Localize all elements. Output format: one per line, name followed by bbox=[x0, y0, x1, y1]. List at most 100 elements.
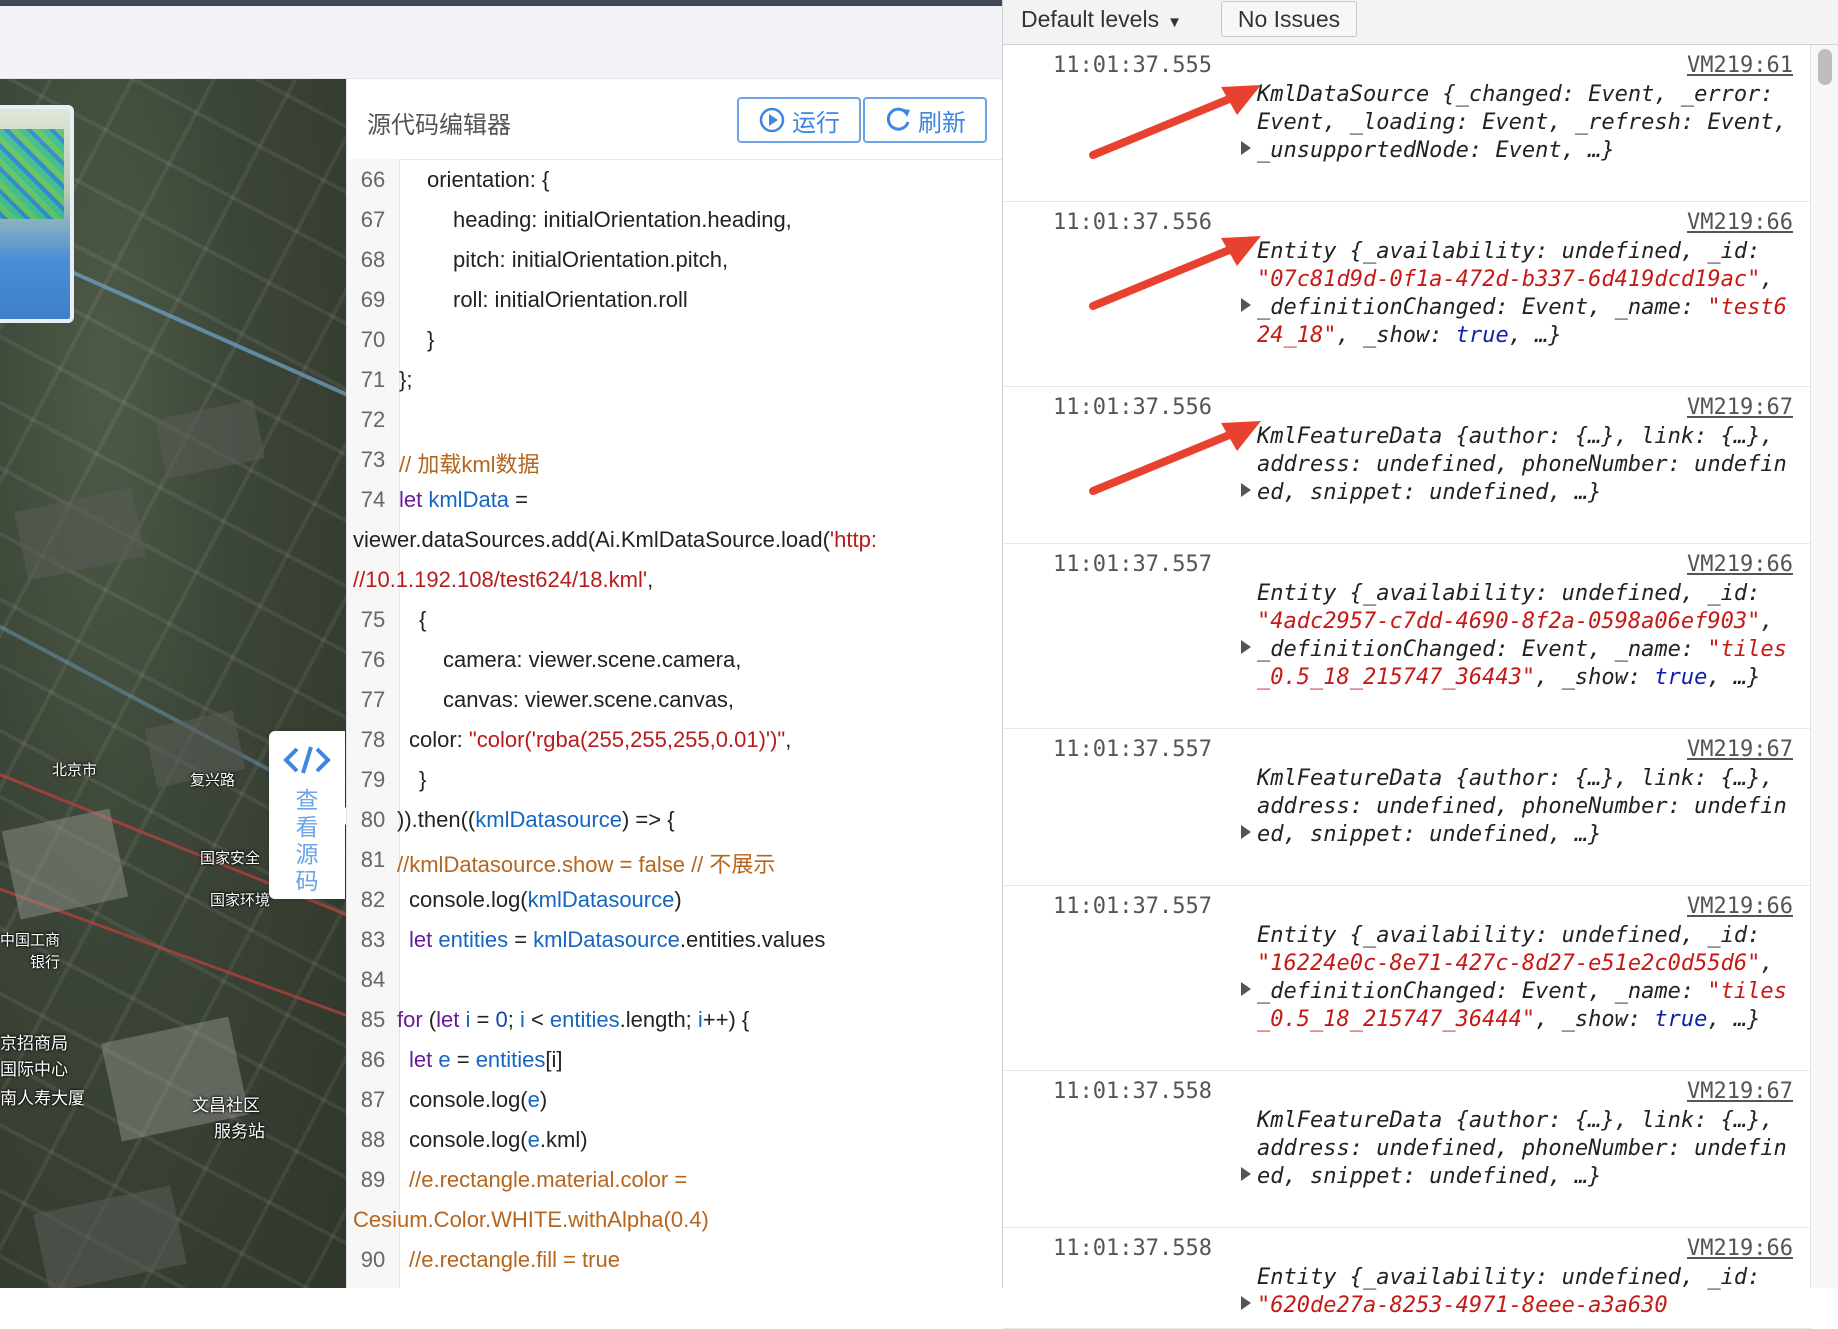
log-source-link[interactable]: VM219:66 bbox=[1687, 210, 1793, 235]
log-object-preview[interactable]: Entity {_availability: undefined, _id: "… bbox=[1257, 580, 1797, 692]
log-object-preview[interactable]: KmlFeatureData {author: {…}, link: {…}, … bbox=[1257, 765, 1797, 849]
code-line[interactable]: 75 { bbox=[347, 599, 1003, 639]
view-source-tab[interactable]: 查看源码 bbox=[269, 731, 346, 899]
code-line[interactable]: 69 roll: initialOrientation.roll bbox=[347, 279, 1003, 319]
app-toolbar bbox=[0, 6, 1002, 79]
issues-button[interactable]: No Issues bbox=[1221, 1, 1357, 37]
log-timestamp: 11:01:37.557 bbox=[1053, 737, 1212, 762]
editor-header: 源代码编辑器 运行 刷新 bbox=[347, 79, 1003, 160]
log-source-link[interactable]: VM219:67 bbox=[1687, 395, 1793, 420]
log-object-preview[interactable]: KmlFeatureData {author: {…}, link: {…}, … bbox=[1257, 423, 1797, 507]
expand-triangle-icon[interactable] bbox=[1241, 825, 1251, 839]
log-source-link[interactable]: VM219:66 bbox=[1687, 1236, 1793, 1261]
code-line[interactable]: 76 camera: viewer.scene.camera, bbox=[347, 639, 1003, 679]
code-line[interactable]: 73 // 加载kml数据 bbox=[347, 439, 1003, 479]
code-line[interactable]: 84 bbox=[347, 959, 1003, 999]
code-text: Cesium.Color.WHITE.withAlpha(0.4) bbox=[353, 1207, 709, 1233]
code-line[interactable]: 88 console.log(e.kml) bbox=[347, 1119, 1003, 1159]
code-token: //e.rectangle.material.color = bbox=[409, 1167, 688, 1192]
code-line[interactable]: 79} bbox=[347, 759, 1003, 799]
code-line[interactable]: 66 orientation: { bbox=[347, 159, 1003, 199]
console-entry[interactable]: 11:01:37.556 VM219:67 KmlFeatureData {auth… bbox=[1003, 387, 1811, 544]
console-entry[interactable]: 11:01:37.557 VM219:66 Entity {_availabilit… bbox=[1003, 886, 1811, 1071]
log-levels-dropdown[interactable]: Default levels ▼ bbox=[1021, 6, 1182, 33]
console-scrollbar[interactable] bbox=[1810, 45, 1838, 1288]
code-text: viewer.dataSources.add(Ai.KmlDataSource.… bbox=[353, 527, 877, 553]
code-token: // 加载kml数据 bbox=[399, 452, 540, 477]
code-text: for (let i = 0; i < entities.length; i++… bbox=[397, 1007, 749, 1033]
code-line[interactable]: 70} bbox=[347, 319, 1003, 359]
expand-triangle-icon[interactable] bbox=[1241, 1167, 1251, 1181]
console-entry[interactable]: 11:01:37.555 VM219:61 KmlDataSource {_chan… bbox=[1003, 45, 1811, 202]
log-object-preview[interactable]: KmlFeatureData {author: {…}, link: {…}, … bbox=[1257, 1107, 1797, 1191]
code-line[interactable]: Cesium.Color.WHITE.withAlpha(0.4) bbox=[347, 1199, 1003, 1239]
run-button[interactable]: 运行 bbox=[737, 97, 861, 143]
code-line[interactable]: 74 let kmlData = bbox=[347, 479, 1003, 519]
console-entry[interactable]: 11:01:37.557 VM219:66 Entity {_availabilit… bbox=[1003, 544, 1811, 729]
code-token: //e.rectangle.fill = true bbox=[409, 1247, 620, 1272]
code-text: //e.rectangle.fill = true bbox=[409, 1247, 620, 1273]
line-number: 72 bbox=[360, 407, 386, 432]
log-timestamp: 11:01:37.557 bbox=[1053, 894, 1212, 919]
code-line[interactable]: 83 let entities = kmlDatasource.entities.… bbox=[347, 919, 1003, 959]
code-line[interactable]: 71}; bbox=[347, 359, 1003, 399]
overview-minimap[interactable] bbox=[0, 105, 74, 323]
refresh-button[interactable]: 刷新 bbox=[863, 97, 987, 143]
code-line[interactable]: 72 bbox=[347, 399, 1003, 439]
log-object-preview[interactable]: Entity {_availability: undefined, _id: "… bbox=[1257, 238, 1797, 350]
expand-triangle-icon[interactable] bbox=[1241, 1296, 1251, 1310]
map-label: 南人寿大厦 bbox=[0, 1089, 85, 1108]
map-viewer[interactable]: 北京市 复兴路 国家安全 国家环境 中国工商 银行 京招商局 国际中心 文昌社区… bbox=[0, 79, 346, 1288]
log-source-link[interactable]: VM219:67 bbox=[1687, 1079, 1793, 1104]
code-line[interactable]: 78 color: "color('rgba(255,255,255,0.01)'… bbox=[347, 719, 1003, 759]
console-entry[interactable]: 11:01:37.556 VM219:66 Entity {_availabilit… bbox=[1003, 202, 1811, 387]
code-line[interactable]: viewer.dataSources.add(Ai.KmlDataSource.… bbox=[347, 519, 1003, 559]
code-token: console.log( bbox=[409, 1087, 528, 1112]
log-levels-label: Default levels bbox=[1021, 6, 1160, 32]
code-line[interactable]: 86 let e = entities[i] bbox=[347, 1039, 1003, 1079]
code-text: let entities = kmlDatasource.entities.va… bbox=[409, 927, 825, 953]
log-source-link[interactable]: VM219:67 bbox=[1687, 737, 1793, 762]
log-object-preview[interactable]: Entity {_availability: undefined, _id: "… bbox=[1257, 1264, 1797, 1320]
code-token: pitch: initialOrientation.pitch, bbox=[453, 247, 729, 272]
expand-triangle-icon[interactable] bbox=[1241, 982, 1251, 996]
expand-triangle-icon[interactable] bbox=[1241, 640, 1251, 654]
code-line[interactable]: //10.1.192.108/test624/18.kml', bbox=[347, 559, 1003, 599]
code-line[interactable]: 90 //e.rectangle.fill = true bbox=[347, 1239, 1003, 1279]
console-entry[interactable]: 11:01:37.558 VM219:66 Entity {_availabilit… bbox=[1003, 1228, 1811, 1329]
code-line[interactable]: 81 //kmlDatasource.show = false // 不展示 bbox=[347, 839, 1003, 879]
code-line[interactable]: 77 canvas: viewer.scene.canvas, bbox=[347, 679, 1003, 719]
code-text: } bbox=[427, 327, 434, 353]
code-line[interactable]: 85 for (let i = 0; i < entities.length; i… bbox=[347, 999, 1003, 1039]
code-token: viewer.dataSources.add(Ai.KmlDataSource.… bbox=[353, 527, 830, 552]
log-source-link[interactable]: VM219:61 bbox=[1687, 53, 1793, 78]
log-source-link[interactable]: VM219:66 bbox=[1687, 552, 1793, 577]
code-area[interactable]: 66 orientation: { 67 heading: initialOrient… bbox=[347, 159, 1003, 1279]
console-entry[interactable]: 11:01:37.557 VM219:67 KmlFeatureData {auth… bbox=[1003, 729, 1811, 886]
scroll-thumb[interactable] bbox=[1818, 49, 1832, 85]
code-line[interactable]: 80)).then((kmlDatasource) => { bbox=[347, 799, 1003, 839]
log-object-preview[interactable]: Entity {_availability: undefined, _id: "… bbox=[1257, 922, 1797, 1034]
code-token: "color('rgba(255,255,255,0.01)')" bbox=[468, 727, 786, 752]
code-token: heading: initialOrientation.heading, bbox=[453, 207, 792, 232]
log-timestamp: 11:01:37.557 bbox=[1053, 552, 1212, 577]
log-object-preview[interactable]: KmlDataSource {_changed: Event, _error: … bbox=[1257, 81, 1797, 165]
code-line[interactable]: 89 //e.rectangle.material.color = bbox=[347, 1159, 1003, 1199]
line-number: 90 bbox=[360, 1247, 386, 1272]
line-number: 71 bbox=[360, 367, 386, 392]
code-line[interactable]: 87 console.log(e) bbox=[347, 1079, 1003, 1119]
code-line[interactable]: 82 console.log(kmlDatasource) bbox=[347, 879, 1003, 919]
code-line[interactable]: 68 pitch: initialOrientation.pitch, bbox=[347, 239, 1003, 279]
line-number: 67 bbox=[360, 207, 386, 232]
map-label: 京招商局 bbox=[0, 1034, 68, 1053]
console-log: 11:01:37.555 VM219:61 KmlDataSource {_chan… bbox=[1003, 45, 1811, 1329]
code-token: kmlDatasource bbox=[475, 807, 622, 832]
console-entry[interactable]: 11:01:37.558 VM219:67 KmlFeatureData {auth… bbox=[1003, 1071, 1811, 1228]
line-number: 68 bbox=[360, 247, 386, 272]
line-number: 85 bbox=[360, 1007, 386, 1032]
code-line[interactable]: 67 heading: initialOrientation.heading, bbox=[347, 199, 1003, 239]
log-source-link[interactable]: VM219:66 bbox=[1687, 894, 1793, 919]
line-number: 80 bbox=[360, 807, 386, 832]
code-text: //kmlDatasource.show = false // 不展示 bbox=[397, 847, 775, 879]
code-token: entities bbox=[438, 927, 509, 952]
